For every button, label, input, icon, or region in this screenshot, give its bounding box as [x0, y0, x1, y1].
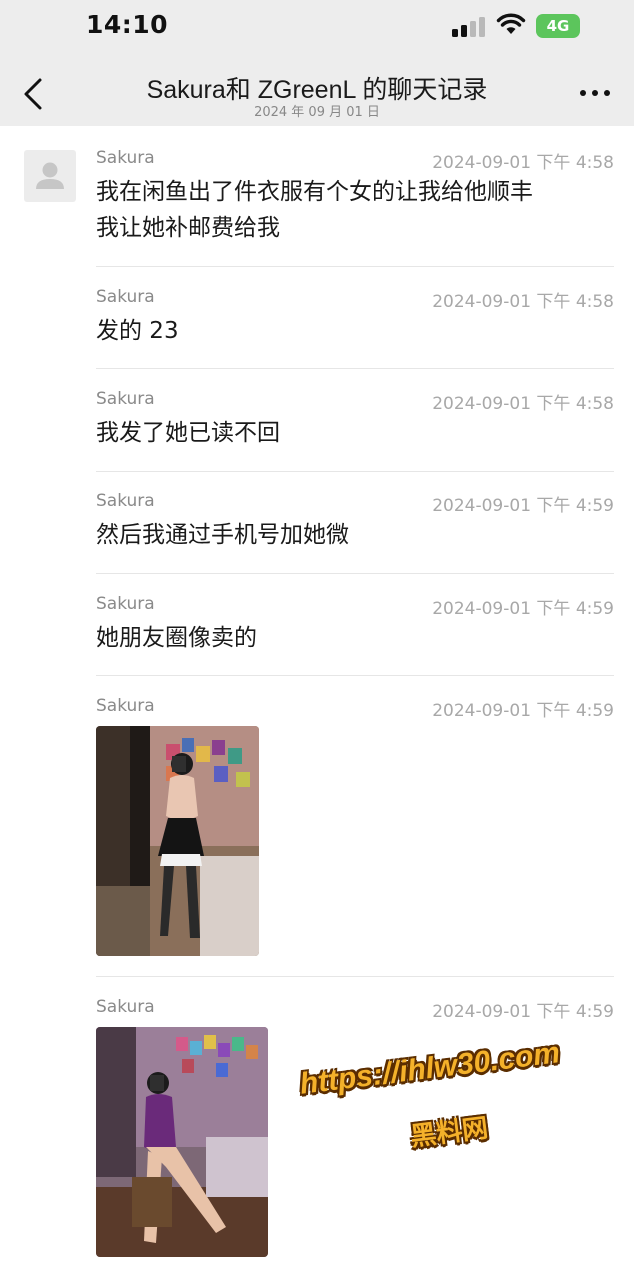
divider: [96, 266, 614, 267]
sender-name: Sakura: [96, 389, 155, 409]
cellular-signal-icon: [452, 17, 486, 37]
network-badge: 4G: [536, 14, 580, 38]
list-item[interactable]: Sakura 2024-09-01 下午 4:59 然后我通过手机号加她微: [96, 491, 614, 561]
watermark-name: 黑料网: [408, 1113, 490, 1153]
divider: [96, 976, 614, 977]
message-time: 2024-09-01 下午 4:59: [432, 599, 614, 619]
photo-thumbnail[interactable]: [96, 1027, 268, 1257]
message-time: 2024-09-01 下午 4:59: [432, 496, 614, 516]
message-time: 2024-09-01 下午 4:58: [432, 394, 614, 414]
page-subtitle: 2024 年 09 月 01 日: [254, 105, 380, 120]
message-time: 2024-09-01 下午 4:59: [432, 701, 614, 721]
divider: [96, 573, 614, 574]
watermark: https://ihlw30.com 黑料网: [298, 1036, 610, 1162]
divider: [96, 471, 614, 472]
list-item[interactable]: Sakura 2024-09-01 下午 4:58 我在闲鱼出了件衣服有个女的让…: [96, 148, 614, 258]
list-item[interactable]: Sakura 2024-09-01 下午 4:59: [96, 696, 614, 960]
list-item[interactable]: Sakura 2024-09-01 下午 4:59 她朋友圈像卖的: [96, 594, 614, 664]
message-time: 2024-09-01 下午 4:58: [432, 292, 614, 312]
chat-history-screen: 14:10 4G Sakura和 ZGreenL 的聊天记录 2024 年 09…: [0, 0, 634, 1280]
sender-name: Sakura: [96, 594, 155, 614]
more-options-button[interactable]: [578, 86, 612, 100]
message-time: 2024-09-01 下午 4:59: [432, 1002, 614, 1022]
wifi-icon: [496, 13, 526, 34]
message-time: 2024-09-01 下午 4:58: [432, 153, 614, 173]
message-text: 发的 23: [96, 318, 179, 344]
message-text: 我在闲鱼出了件衣服有个女的让我给他顺丰 我让她补邮费给我: [96, 179, 533, 241]
avatar[interactable]: [24, 150, 76, 202]
message-text: 然后我通过手机号加她微: [96, 522, 349, 548]
sender-name: Sakura: [96, 287, 155, 307]
list-item[interactable]: Sakura 2024-09-01 下午 4:58 发的 23: [96, 287, 614, 357]
user-icon: [36, 162, 64, 189]
sender-name: Sakura: [96, 148, 155, 168]
photo-thumbnail[interactable]: [96, 726, 259, 956]
sender-name: Sakura: [96, 491, 155, 511]
message-text: 我发了她已读不回: [96, 420, 280, 446]
divider: [96, 675, 614, 676]
status-time: 14:10: [86, 10, 169, 39]
sender-name: Sakura: [96, 997, 155, 1017]
list-item[interactable]: Sakura 2024-09-01 下午 4:58 我发了她已读不回: [96, 389, 614, 459]
message-text: 她朋友圈像卖的: [96, 625, 257, 651]
divider: [96, 368, 614, 369]
sender-name: Sakura: [96, 696, 155, 716]
